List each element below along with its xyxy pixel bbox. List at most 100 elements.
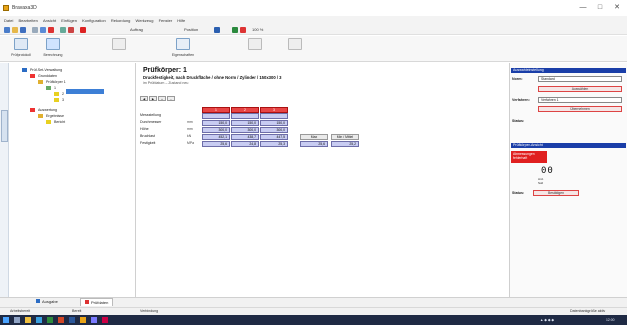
apply-button[interactable]: Übernehmen: [538, 106, 622, 112]
side-tab[interactable]: [1, 110, 8, 142]
tree-node-pruefkoerper[interactable]: Prüfkörper 1: [46, 80, 66, 85]
tree-selection[interactable]: [66, 89, 104, 94]
confirm-button[interactable]: Bestätigen: [533, 190, 579, 196]
record-icon[interactable]: [80, 27, 86, 33]
tree-node-auswertung[interactable]: Auswertung: [38, 108, 57, 113]
menu-item-hilfe[interactable]: Hilfe: [177, 16, 185, 25]
remove-button[interactable]: −: [167, 96, 175, 101]
table-cell[interactable]: 300,0: [231, 127, 259, 133]
table-cell[interactable]: [231, 113, 259, 119]
taskbar-app-icon[interactable]: [102, 317, 108, 323]
new-icon[interactable]: [4, 27, 10, 33]
search-icon[interactable]: [40, 27, 46, 33]
search-icon[interactable]: [14, 317, 20, 323]
undo-icon[interactable]: [60, 27, 66, 33]
excel-icon[interactable]: [47, 317, 53, 323]
side-strip: [0, 63, 9, 297]
ppt-icon[interactable]: [58, 317, 64, 323]
tree-node-3[interactable]: 3: [62, 98, 64, 103]
app-icon: [3, 5, 9, 11]
position-combo[interactable]: Position: [184, 27, 198, 33]
prev-button[interactable]: ◀: [140, 96, 148, 101]
menu-item-datei[interactable]: Datei: [4, 16, 13, 25]
table-cell[interactable]: 150,0: [231, 120, 259, 126]
tree-node-grunddaten[interactable]: Grunddaten: [38, 74, 57, 79]
table-cell[interactable]: 300,0: [260, 127, 288, 133]
status-bar: [0, 307, 627, 315]
print-icon[interactable]: [32, 27, 38, 33]
menu-item-konfiguration[interactable]: Konfiguration: [82, 16, 106, 25]
order-dropdown[interactable]: Auftrag: [130, 27, 143, 33]
row-label: Bruchlast: [140, 134, 155, 138]
table-cell[interactable]: 438,7: [231, 134, 259, 140]
close-button[interactable]: ✕: [611, 3, 623, 13]
output-icon: [36, 299, 40, 303]
table-cell[interactable]: 24,8: [231, 141, 259, 147]
norm-select[interactable]: Standard: [538, 76, 622, 82]
table-cell[interactable]: 300,0: [202, 127, 230, 133]
data-icon: [85, 300, 89, 304]
item-icon: [54, 92, 59, 96]
norm-label: Norm:: [512, 77, 523, 81]
zoom-level[interactable]: 100 %: [252, 27, 263, 33]
tree-node-1[interactable]: 1: [54, 86, 56, 91]
window-title: Bravaxa3D: [12, 5, 37, 11]
menu-item-einfuegen[interactable]: Einfügen: [61, 16, 77, 25]
export-icon[interactable]: [232, 27, 238, 33]
ribbon: [0, 36, 627, 62]
ribbon-pruefprotokoll-button[interactable]: Prüfprotokoll: [6, 38, 36, 60]
menu-item-ansicht[interactable]: Ansicht: [43, 16, 56, 25]
menu-item-bearbeiten[interactable]: Bearbeiten: [18, 16, 37, 25]
start-icon[interactable]: [3, 317, 9, 323]
menu-item-rekordung[interactable]: Rekordung: [111, 16, 131, 25]
ribbon-chart-button[interactable]: [240, 38, 270, 60]
browser-icon[interactable]: [36, 317, 42, 323]
table-cell[interactable]: 25,3: [260, 141, 288, 147]
row-unit: kN: [187, 134, 192, 138]
delete-icon[interactable]: [48, 27, 54, 33]
explorer-icon[interactable]: [25, 317, 31, 323]
system-tray[interactable]: ▲ ◆ ◆ ◆: [540, 317, 554, 323]
tree-node-ergebnisse[interactable]: Ergebnisse: [46, 114, 64, 119]
cut-icon[interactable]: [68, 27, 74, 33]
table-cell[interactable]: 150,0: [260, 120, 288, 126]
tree-node-bericht[interactable]: Bericht: [54, 120, 65, 125]
maximize-button[interactable]: □: [594, 3, 606, 13]
table-cell[interactable]: 150,0: [202, 120, 230, 126]
open-icon[interactable]: [12, 27, 18, 33]
verfahren-select[interactable]: Verfahren 1: [538, 97, 622, 103]
chart-icon: [248, 38, 262, 50]
ribbon-settings-button[interactable]: [280, 38, 310, 60]
menu-item-werkzeug[interactable]: Werkzeug: [136, 16, 154, 25]
taskbar-app-icon[interactable]: [91, 317, 97, 323]
minimize-button[interactable]: —: [577, 3, 589, 13]
properties-icon: [176, 38, 190, 50]
ribbon-berechnung-button[interactable]: Berechnung: [38, 38, 68, 60]
table-cell[interactable]: 452,1: [202, 134, 230, 140]
pdf-icon[interactable]: [240, 27, 246, 33]
add-button[interactable]: +: [158, 96, 166, 101]
ribbon-tool-button[interactable]: [104, 38, 134, 60]
table-cell[interactable]: 447,5: [260, 134, 288, 140]
table-cell[interactable]: [202, 113, 230, 119]
tab-pruefdaten[interactable]: Prüfdaten: [80, 298, 114, 306]
word-icon[interactable]: [69, 317, 75, 323]
table-cell[interactable]: [260, 113, 288, 119]
tab-ausgabe[interactable]: Ausgabe: [32, 298, 62, 306]
ribbon-eigenschaften-button[interactable]: Eigenschaften: [166, 38, 200, 60]
tree-root[interactable]: Prüf-Set-Verwaltung: [30, 68, 62, 73]
app-taskbar-icon[interactable]: [80, 317, 86, 323]
norm-select-button[interactable]: Auswählen: [538, 86, 622, 92]
main-content: [137, 63, 508, 297]
group-icon: [30, 108, 35, 112]
application-window: Bravaxa3D — □ ✕ Datei Bearbeiten Ansicht…: [0, 0, 627, 325]
menu-item-fenster[interactable]: Fenster: [159, 16, 173, 25]
row-unit: mm: [187, 127, 193, 131]
tree-node-2[interactable]: 2: [62, 92, 64, 97]
table-cell[interactable]: 25,6: [202, 141, 230, 147]
filter-icon[interactable]: [214, 27, 220, 33]
settings-icon: [288, 38, 302, 50]
save-icon[interactable]: [20, 27, 26, 33]
status-middle-2: Verbindung: [140, 309, 159, 313]
next-button[interactable]: ▶: [149, 96, 157, 101]
